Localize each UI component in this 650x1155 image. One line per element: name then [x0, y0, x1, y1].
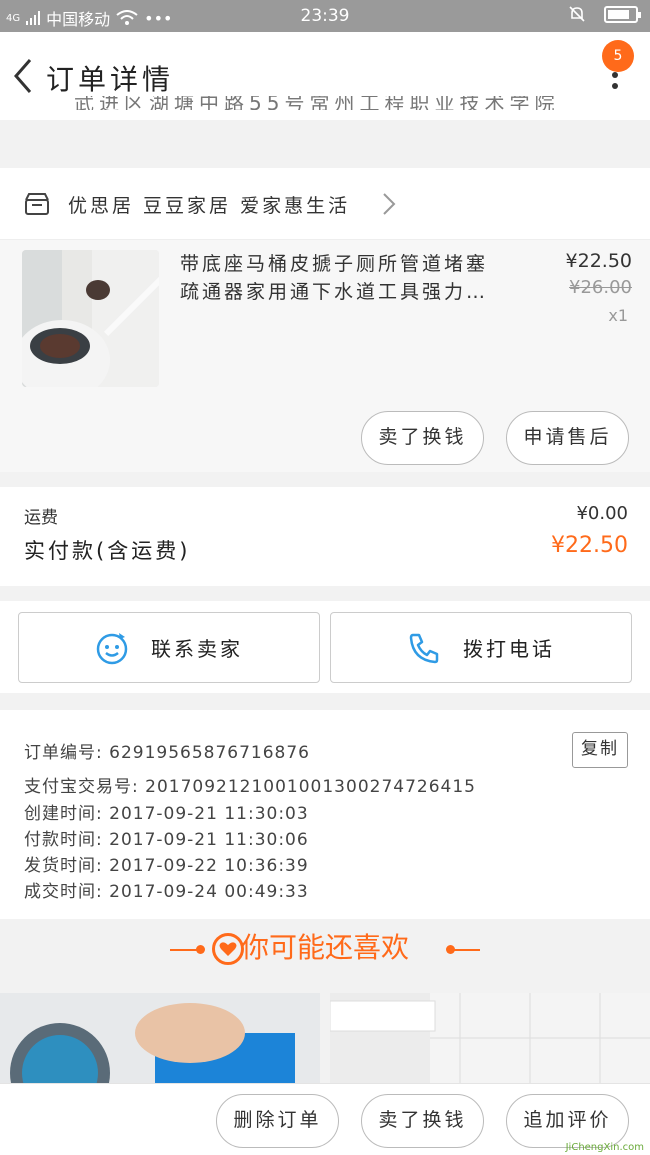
store-name: 优思居 豆豆家居 爱家惠生活	[68, 195, 351, 217]
resell-button[interactable]: 卖了换钱	[361, 411, 484, 465]
shipping-value: ¥0.00	[576, 503, 628, 524]
created-time: 创建时间: 2017-09-21 11:30:03	[24, 804, 309, 824]
original-price: ¥26.00	[569, 277, 632, 298]
clock: 23:39	[300, 6, 350, 26]
call-label: 拨打电话	[463, 637, 555, 661]
store-row[interactable]: 优思居 豆豆家居 爱家惠生活	[0, 168, 650, 240]
contact-seller-button[interactable]: 联系卖家	[18, 612, 320, 683]
paid-label: 实付款(含运费)	[24, 539, 191, 563]
product-title: 带底座马桶皮搋子厕所管道堵塞疏通器家用通下水道工具强力…	[180, 253, 489, 303]
phone-icon	[409, 633, 439, 663]
watermark: JiChengXin.com	[565, 1142, 644, 1153]
chevron-right-icon	[383, 193, 396, 215]
recommend-title: 你可能还喜欢	[240, 931, 409, 964]
quantity: x1	[608, 306, 628, 325]
bottom-action-bar: 删除订单 卖了换钱 追加评价 JiChengXin.com	[0, 1083, 650, 1155]
shipped-time: 发货时间: 2017-09-22 10:36:39	[24, 856, 309, 876]
product-row[interactable]: 带底座马桶皮搋子厕所管道堵塞疏通器家用通下水道工具强力… ¥22.50 ¥26.…	[0, 240, 650, 472]
delete-order-button[interactable]: 删除订单	[216, 1094, 339, 1148]
mute-bell-icon	[569, 6, 585, 22]
battery-icon	[604, 5, 641, 23]
recommend-header: 你可能还喜欢	[0, 920, 650, 980]
completed-time: 成交时间: 2017-09-24 00:49:33	[24, 882, 309, 902]
contact-seller-label: 联系卖家	[151, 637, 243, 661]
product-thumbnail[interactable]	[22, 250, 159, 387]
recommended-item-2[interactable]	[330, 993, 650, 1083]
recommended-item-1[interactable]	[0, 993, 320, 1083]
resell-bottom-button[interactable]: 卖了换钱	[361, 1094, 484, 1148]
order-info: 订单编号: 62919565876716876 复制 支付宝交易号: 20170…	[0, 710, 650, 919]
more-menu-icon[interactable]	[612, 72, 620, 102]
status-bar: 4G 中国移动 ••• 23:39	[0, 0, 650, 32]
order-item-card: 优思居 豆豆家居 爱家惠生活 带底座马桶皮搋子厕所管道堵塞疏通器家用通下水道工具…	[0, 168, 650, 472]
order-number: 订单编号: 62919565876716876	[24, 743, 311, 763]
back-arrow-icon[interactable]	[10, 56, 36, 96]
page-title: 订单详情	[46, 63, 175, 96]
notification-badge: 5	[602, 40, 634, 72]
add-review-button[interactable]: 追加评价	[506, 1094, 629, 1148]
paid-time: 付款时间: 2017-09-21 11:30:06	[24, 830, 309, 850]
call-button[interactable]: 拨打电话	[330, 612, 632, 683]
contact-section: 联系卖家 拨打电话	[0, 601, 650, 693]
paid-value: ¥22.50	[551, 533, 628, 558]
alipay-number: 支付宝交易号: 2017092121001001300274726415	[24, 777, 476, 797]
product-price: ¥22.50	[565, 250, 632, 272]
payment-summary: 运费 ¥0.00 实付款(含运费) ¥22.50	[0, 487, 650, 586]
copy-button[interactable]: 复制	[572, 732, 628, 768]
chat-face-icon	[96, 632, 128, 664]
store-icon	[25, 193, 49, 215]
shipping-label: 运费	[24, 508, 58, 528]
address-text: 武进区湖塘中路55号常州工程职业技术学院	[74, 96, 560, 110]
after-sale-button[interactable]: 申请售后	[506, 411, 629, 465]
